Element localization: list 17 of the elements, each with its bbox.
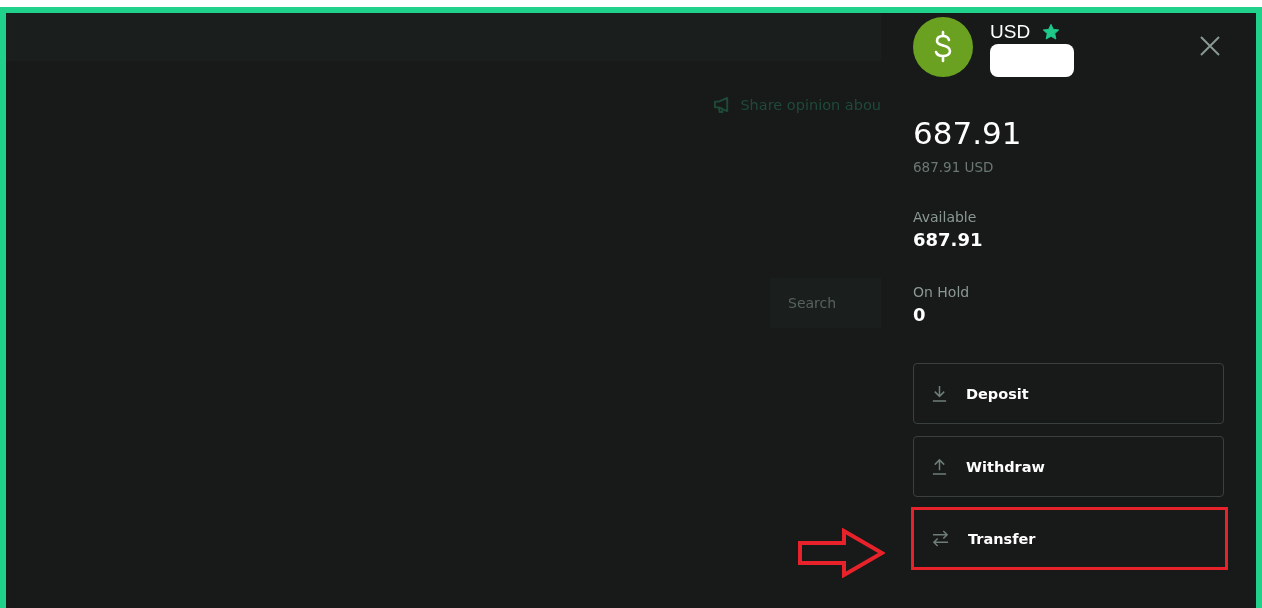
download-icon (931, 385, 948, 402)
swap-arrows-icon (931, 530, 950, 547)
on-hold-value: 0 (913, 304, 927, 325)
on-hold-label: On Hold (913, 284, 971, 300)
withdraw-button[interactable]: Withdraw (913, 436, 1224, 497)
transfer-button[interactable]: Transfer (911, 507, 1228, 570)
converted-balance: 687.91 USD (913, 159, 995, 175)
currency-code: USD (990, 21, 1031, 43)
balance-amount: 687.91 (913, 115, 1023, 151)
upload-icon (931, 458, 948, 475)
deposit-button[interactable]: Deposit (913, 363, 1224, 424)
dollar-icon (913, 17, 973, 77)
star-icon[interactable] (1042, 23, 1061, 41)
available-value: 687.91 (913, 229, 984, 250)
close-icon[interactable] (1199, 35, 1221, 57)
search-field[interactable]: Search (770, 278, 881, 328)
available-label: Available (913, 209, 978, 225)
